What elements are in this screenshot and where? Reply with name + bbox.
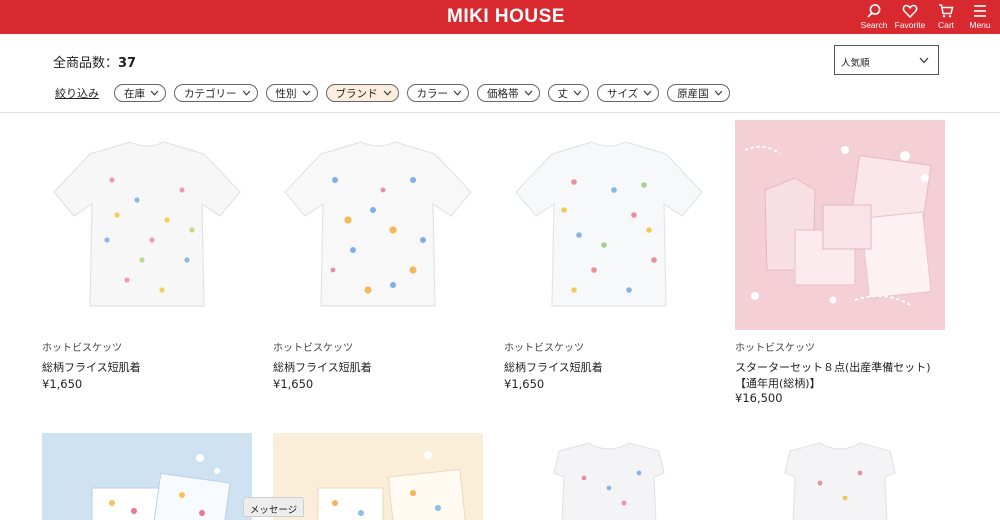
chevron-down-icon (242, 90, 250, 96)
filter-brand[interactable]: ブランド (325, 84, 399, 102)
chevron-down-icon (453, 90, 462, 96)
product-name[interactable]: 総柄フライス短肌着 (504, 360, 714, 376)
filter-label: ブランド (335, 87, 378, 100)
product-image[interactable] (504, 120, 714, 330)
sort-selected-value: 人気順 (841, 58, 870, 69)
product-price: ¥16,500 (735, 391, 783, 405)
filter-label: 丈 (557, 87, 569, 100)
filter-label: 価格帯 (487, 87, 519, 100)
chevron-down-icon (150, 90, 159, 96)
product-count: 全商品数：37 (53, 52, 136, 71)
product-brand: ホットビスケッツ (42, 343, 122, 354)
filter-label: カラー (416, 87, 449, 100)
divider (0, 112, 1000, 113)
product-card[interactable] (735, 433, 945, 520)
filter-price[interactable]: 価格帯 (477, 84, 540, 102)
search-icon (867, 4, 881, 18)
filter-size[interactable]: サイズ (597, 84, 660, 102)
product-image[interactable] (273, 433, 483, 520)
product-name[interactable]: 総柄フライス短肌着 (273, 360, 483, 376)
sort-select[interactable]: 人気順 (834, 45, 939, 75)
filter-label: サイズ (607, 87, 639, 100)
filter-gender[interactable]: 性別 (265, 84, 318, 102)
product-price: ¥1,650 (273, 377, 314, 391)
product-name-line: 【通年用(総柄)】 (735, 377, 821, 390)
chevron-down-icon (383, 90, 391, 96)
chevron-down-icon (643, 90, 652, 96)
chevron-down-icon (302, 90, 310, 96)
chevron-down-icon (573, 90, 582, 96)
product-brand: ホットビスケッツ (504, 343, 584, 354)
menu-icon (974, 5, 986, 17)
product-image[interactable] (735, 433, 945, 520)
product-name[interactable]: 総柄フライス短肌着 (42, 360, 252, 376)
product-price: ¥1,650 (42, 377, 83, 391)
product-image[interactable] (273, 120, 483, 330)
chevron-down-icon (714, 90, 723, 96)
product-card[interactable] (504, 433, 714, 520)
product-brand: ホットビスケッツ (735, 343, 815, 354)
product-name-line: スターターセット８点(出産準備セット) (735, 361, 931, 374)
filter-origin[interactable]: 原産国 (667, 84, 730, 102)
heart-icon (902, 4, 918, 19)
filter-bar: 絞り込み 在庫 カテゴリー 性別 ブランド カラー 価格帯 丈 サイズ 原産国 (55, 83, 738, 103)
product-image[interactable] (42, 433, 252, 520)
product-image[interactable] (42, 120, 252, 330)
product-card[interactable] (42, 433, 252, 520)
filter-length[interactable]: 丈 (547, 84, 589, 102)
filter-label: 原産国 (677, 87, 709, 100)
menu-button[interactable]: Menu (958, 2, 1000, 32)
product-count-label: 全商品数： (53, 56, 119, 71)
chevron-down-icon (919, 57, 929, 64)
message-button[interactable]: メッセージ (243, 497, 304, 517)
site-logo[interactable]: MIKI HOUSE (447, 6, 565, 28)
refine-link[interactable]: 絞り込み (55, 85, 99, 101)
chevron-down-icon (524, 90, 532, 96)
product-image[interactable] (735, 120, 945, 330)
product-brand: ホットビスケッツ (273, 343, 353, 354)
product-price: ¥1,650 (504, 377, 545, 391)
site-header: MIKI HOUSE Search Favorite Cart Menu (0, 0, 1000, 34)
filter-stock[interactable]: 在庫 (114, 84, 166, 102)
cart-icon (939, 4, 954, 18)
menu-label: Menu (969, 20, 991, 30)
filter-color[interactable]: カラー (406, 84, 469, 102)
filter-label: カテゴリー (184, 87, 237, 100)
product-image[interactable] (504, 433, 714, 520)
filter-category[interactable]: カテゴリー (174, 84, 258, 102)
filter-label: 性別 (275, 87, 297, 100)
filter-label: 在庫 (124, 87, 145, 100)
product-card[interactable] (273, 433, 483, 520)
product-count-value: 37 (118, 56, 137, 71)
product-name[interactable]: スターターセット８点(出産準備セット) 【通年用(総柄)】 (735, 360, 945, 392)
